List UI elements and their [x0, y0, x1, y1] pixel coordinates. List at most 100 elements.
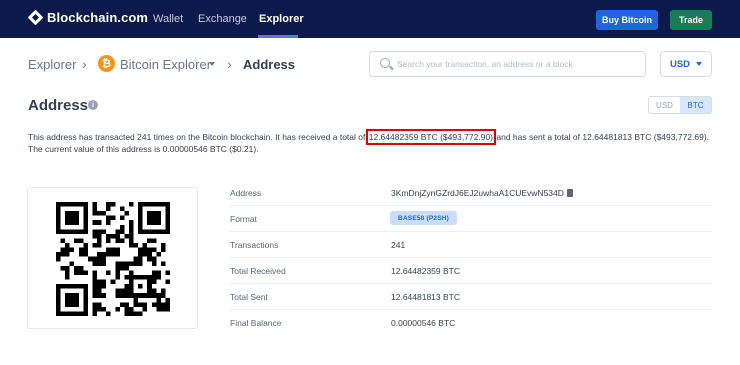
- qr-module: [110, 215, 116, 221]
- qr-module: [133, 256, 139, 262]
- breadcrumb-separator-icon: ›: [82, 56, 87, 72]
- qr-module: [69, 302, 75, 307]
- qr-module: [128, 261, 134, 266]
- qr-module: [92, 288, 98, 294]
- qr-module: [56, 306, 61, 312]
- qr-module: [60, 247, 66, 253]
- qr-module: [128, 243, 134, 248]
- qr-module: [101, 284, 107, 289]
- qr-module: [156, 297, 161, 303]
- qr-module: [138, 224, 143, 230]
- qr-module: [60, 202, 66, 207]
- brand-logo[interactable]: Blockchain.com: [27, 9, 149, 26]
- qr-module: [133, 243, 139, 248]
- qr-module: [101, 229, 107, 234]
- qr-module: [133, 311, 139, 316]
- qr-module: [147, 274, 152, 280]
- qr-module: [97, 279, 102, 285]
- qr-module: [147, 211, 152, 216]
- buy-bitcoin-button[interactable]: Buy Bitcoin: [596, 10, 658, 30]
- qr-module: [74, 211, 79, 216]
- qr-module: [119, 261, 125, 266]
- qr-module: [69, 293, 75, 298]
- qr-module: [65, 297, 70, 303]
- transactions-label: Transactions: [230, 240, 279, 250]
- copy-icon[interactable]: [566, 189, 573, 197]
- qr-module: [138, 256, 143, 262]
- qr-module: [142, 247, 148, 253]
- nav-exchange[interactable]: Exchange: [198, 13, 247, 25]
- qr-module: [92, 284, 98, 289]
- qr-module: [92, 293, 98, 298]
- qr-module: [101, 279, 107, 285]
- qr-module: [151, 288, 157, 294]
- qr-module: [110, 202, 116, 207]
- qr-module: [151, 229, 157, 234]
- qr-module: [97, 288, 102, 294]
- qr-module: [128, 284, 134, 289]
- qr-module: [106, 247, 111, 253]
- qr-module: [74, 202, 79, 207]
- qr-module: [78, 284, 84, 289]
- qr-module: [83, 229, 88, 234]
- summary-text-start: This address has transacted 241 times on…: [28, 132, 368, 142]
- qr-module: [92, 270, 98, 275]
- qr-module: [106, 238, 111, 244]
- qr-module: [115, 252, 120, 257]
- qr-module: [156, 270, 161, 275]
- qr-module: [56, 284, 61, 289]
- bitcoin-icon: ₿: [98, 55, 115, 72]
- qr-module: [165, 302, 170, 307]
- currency-value: USD: [669, 58, 691, 70]
- qr-module: [74, 311, 79, 316]
- qr-module: [83, 252, 88, 257]
- qr-module: [74, 215, 79, 221]
- qr-module: [106, 202, 111, 207]
- qr-module: [65, 247, 70, 253]
- qr-module: [78, 202, 84, 207]
- qr-module: [124, 284, 129, 289]
- qr-module: [156, 306, 161, 312]
- search-box[interactable]: [369, 51, 646, 77]
- address-details-table: Address 3KmDnjZynGZrdJ6EJ2uwhaA1CUEvwN53…: [229, 180, 712, 336]
- qr-module: [138, 215, 143, 221]
- brand-name: Blockchain.com: [47, 10, 149, 25]
- qr-module: [97, 243, 102, 248]
- currency-select[interactable]: USD: [660, 51, 712, 77]
- address-value[interactable]: 3KmDnjZynGZrdJ6EJ2uwhaA1CUEvwN534D: [391, 188, 564, 198]
- table-row: Final Balance 0.00000546 BTC: [229, 310, 712, 336]
- qr-module: [69, 247, 75, 253]
- qr-module: [106, 252, 111, 257]
- qr-module: [160, 302, 166, 307]
- breadcrumb-explorer[interactable]: Explorer: [28, 57, 76, 72]
- qr-module: [69, 284, 75, 289]
- qr-module: [92, 302, 98, 307]
- qr-module: [156, 229, 161, 234]
- chevron-down-icon[interactable]: [209, 62, 215, 66]
- qr-module: [69, 211, 75, 216]
- table-row: Transactions 241: [229, 232, 712, 258]
- qr-module: [119, 293, 125, 298]
- qr-module: [160, 261, 166, 266]
- qr-module: [138, 211, 143, 216]
- qr-module: [106, 311, 111, 316]
- info-icon[interactable]: i: [88, 100, 98, 110]
- qr-module: [101, 293, 107, 298]
- search-input[interactable]: [397, 54, 642, 74]
- nav-explorer[interactable]: Explorer: [259, 13, 304, 25]
- qr-module: [92, 279, 98, 285]
- qr-module: [115, 293, 120, 298]
- qr-module: [69, 297, 75, 303]
- toggle-usd[interactable]: USD: [649, 97, 680, 113]
- qr-module: [74, 302, 79, 307]
- qr-module: [97, 252, 102, 257]
- qr-module: [83, 297, 88, 303]
- qr-module: [156, 215, 161, 221]
- toggle-btc[interactable]: BTC: [680, 97, 711, 113]
- qr-module: [110, 233, 116, 239]
- trade-button[interactable]: Trade: [670, 10, 712, 30]
- qr-module: [92, 243, 98, 248]
- qr-module: [74, 270, 79, 275]
- breadcrumb-bitcoin-explorer[interactable]: Bitcoin Explorer: [120, 57, 211, 72]
- nav-wallet[interactable]: Wallet: [153, 13, 183, 25]
